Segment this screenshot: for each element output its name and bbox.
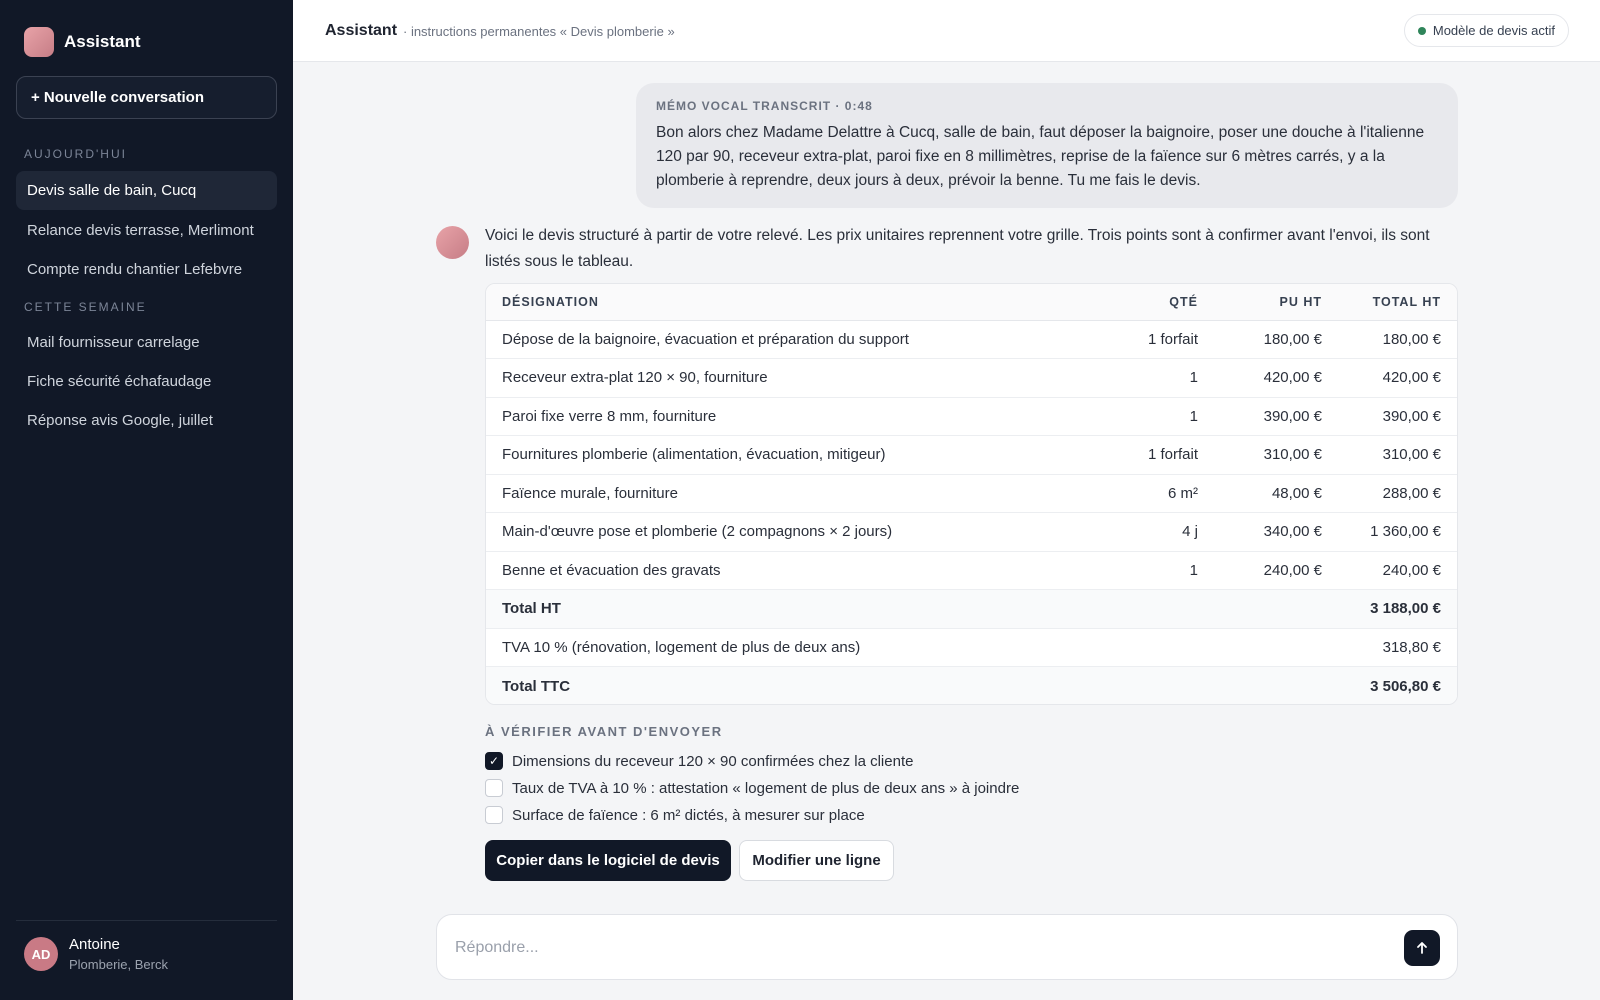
cell-pu: 180,00 € bbox=[1198, 320, 1322, 359]
total-ht-value: 3 188,00 € bbox=[1322, 589, 1457, 629]
total-ttc-value: 3 506,80 € bbox=[1322, 666, 1457, 704]
brand-name: Assistant bbox=[64, 32, 141, 51]
verify-item[interactable]: ✓ Dimensions du receveur 120 × 90 confir… bbox=[485, 752, 913, 770]
brand-logo bbox=[24, 27, 54, 57]
table-row: Benne et évacuation des gravats 1 240,00… bbox=[486, 551, 1457, 590]
sidebar: Assistant + Nouvelle conversation AUJOUR… bbox=[0, 0, 293, 1000]
cell-qty: 1 forfait bbox=[1086, 435, 1198, 475]
cell-total: 310,00 € bbox=[1322, 435, 1457, 475]
cell-pu: 310,00 € bbox=[1198, 435, 1322, 475]
assistant-avatar bbox=[436, 226, 469, 259]
edit-line-button[interactable]: Modifier une ligne bbox=[739, 840, 894, 881]
tva-value: 318,80 € bbox=[1322, 628, 1457, 667]
avatar: AD bbox=[24, 937, 58, 971]
table-row: Receveur extra-plat 120 × 90, fourniture… bbox=[486, 358, 1457, 398]
cell-total: 1 360,00 € bbox=[1322, 512, 1457, 552]
quote-table: DÉSIGNATION QTÉ PU HT TOTAL HT Dépose de… bbox=[485, 283, 1458, 705]
cell-designation: Paroi fixe verre 8 mm, fourniture bbox=[486, 397, 1086, 436]
total-ttc-row: Total TTC 3 506,80 € bbox=[486, 666, 1457, 704]
cell-qty: 1 forfait bbox=[1086, 320, 1198, 359]
cell-pu: 420,00 € bbox=[1198, 358, 1322, 398]
checkbox[interactable] bbox=[485, 779, 503, 797]
cell-total: 390,00 € bbox=[1322, 397, 1457, 436]
total-ttc-label: Total TTC bbox=[486, 666, 1086, 704]
cell-designation: Fournitures plomberie (alimentation, éva… bbox=[486, 435, 1086, 475]
sidebar-item-devis-salle-de-bain[interactable]: Devis salle de bain, Cucq bbox=[16, 171, 277, 210]
cell-designation: Dépose de la baignoire, évacuation et pr… bbox=[486, 320, 1086, 359]
section-label-today: AUJOURD'HUI bbox=[24, 147, 127, 161]
user-message: MÉMO VOCAL TRANSCRIT · 0:48 Bon alors ch… bbox=[636, 83, 1458, 208]
cell-designation: Main-d'œuvre pose et plomberie (2 compag… bbox=[486, 512, 1086, 552]
cell-designation: Receveur extra-plat 120 × 90, fourniture bbox=[486, 358, 1086, 398]
total-ht-row: Total HT 3 188,00 € bbox=[486, 589, 1457, 629]
col-designation: DÉSIGNATION bbox=[486, 284, 1086, 321]
page-title: Assistant bbox=[325, 22, 398, 39]
tva-label: TVA 10 % (rénovation, logement de plus d… bbox=[486, 628, 1086, 667]
verify-item[interactable]: Taux de TVA à 10 % : attestation « logem… bbox=[485, 779, 1019, 797]
table-row: Dépose de la baignoire, évacuation et pr… bbox=[486, 320, 1457, 359]
tva-row: TVA 10 % (rénovation, logement de plus d… bbox=[486, 628, 1457, 667]
checkbox[interactable] bbox=[485, 806, 503, 824]
section-label-week: CETTE SEMAINE bbox=[24, 300, 147, 314]
sidebar-divider bbox=[16, 920, 277, 921]
cell-qty: 4 j bbox=[1086, 512, 1198, 552]
user-subtitle: Plomberie, Berck bbox=[69, 957, 168, 972]
verify-item-label: Surface de faïence : 6 m² dictés, à mesu… bbox=[512, 806, 865, 824]
cell-qty: 1 bbox=[1086, 358, 1198, 398]
memo-label: MÉMO VOCAL TRANSCRIT · 0:48 bbox=[656, 99, 873, 113]
col-pu: PU HT bbox=[1198, 284, 1322, 321]
cell-qty: 1 bbox=[1086, 551, 1198, 590]
new-conversation-button[interactable]: + Nouvelle conversation bbox=[16, 76, 277, 119]
arrow-up-icon bbox=[1417, 942, 1427, 954]
table-row: Fournitures plomberie (alimentation, éva… bbox=[486, 435, 1457, 475]
cell-qty: 1 bbox=[1086, 397, 1198, 436]
verify-item-label: Dimensions du receveur 120 × 90 confirmé… bbox=[512, 752, 914, 770]
cell-designation: Faïence murale, fourniture bbox=[486, 474, 1086, 513]
page-subtitle: · instructions permanentes « Devis plomb… bbox=[403, 24, 675, 39]
table-row: Faïence murale, fourniture 6 m² 48,00 € … bbox=[486, 474, 1457, 513]
user-profile[interactable]: AD Antoine Plomberie, Berck bbox=[24, 936, 168, 972]
copy-to-quote-software-button[interactable]: Copier dans le logiciel de devis bbox=[485, 840, 731, 881]
status-label: Modèle de devis actif bbox=[1432, 23, 1555, 38]
cell-total: 180,00 € bbox=[1322, 320, 1457, 359]
memo-text: Bon alors chez Madame Delattre à Cucq, s… bbox=[656, 124, 1425, 189]
cell-designation: Benne et évacuation des gravats bbox=[486, 551, 1086, 590]
cell-pu: 240,00 € bbox=[1198, 551, 1322, 590]
composer bbox=[436, 914, 1458, 980]
cell-pu: 340,00 € bbox=[1198, 512, 1322, 552]
checkbox-checked[interactable]: ✓ bbox=[485, 752, 503, 770]
table-header-row: DÉSIGNATION QTÉ PU HT TOTAL HT bbox=[486, 284, 1457, 321]
col-qty: QTÉ bbox=[1086, 284, 1198, 321]
cell-qty: 6 m² bbox=[1086, 474, 1198, 513]
cell-total: 288,00 € bbox=[1322, 474, 1457, 513]
send-button[interactable] bbox=[1404, 930, 1440, 966]
cell-total: 420,00 € bbox=[1322, 358, 1457, 398]
sidebar-item-mail-fournisseur[interactable]: Mail fournisseur carrelage bbox=[16, 323, 277, 362]
sidebar-item-relance-devis[interactable]: Relance devis terrasse, Merlimont bbox=[16, 211, 277, 250]
reply-input[interactable] bbox=[455, 934, 1355, 962]
sidebar-item-compte-rendu[interactable]: Compte rendu chantier Lefebvre bbox=[16, 250, 277, 289]
col-total: TOTAL HT bbox=[1322, 284, 1457, 321]
sidebar-item-reponse-avis[interactable]: Réponse avis Google, juillet bbox=[16, 401, 277, 440]
table-row: Paroi fixe verre 8 mm, fourniture 1 390,… bbox=[486, 397, 1457, 436]
sidebar-item-fiche-securite[interactable]: Fiche sécurité échafaudage bbox=[16, 362, 277, 401]
status-dot-icon bbox=[1417, 26, 1426, 35]
verify-item[interactable]: Surface de faïence : 6 m² dictés, à mesu… bbox=[485, 806, 865, 824]
verify-item-label: Taux de TVA à 10 % : attestation « logem… bbox=[512, 779, 1020, 797]
cell-pu: 48,00 € bbox=[1198, 474, 1322, 513]
header: Assistant · instructions permanentes « D… bbox=[293, 0, 1600, 62]
brand: Assistant bbox=[24, 27, 141, 57]
user-name: Antoine bbox=[69, 936, 120, 953]
cell-total: 240,00 € bbox=[1322, 551, 1457, 590]
assistant-intro: Voici le devis structuré à partir de vot… bbox=[485, 227, 1430, 270]
table-row: Main-d'œuvre pose et plomberie (2 compag… bbox=[486, 512, 1457, 552]
status-badge: Modèle de devis actif bbox=[1403, 14, 1569, 47]
cell-pu: 390,00 € bbox=[1198, 397, 1322, 436]
total-ht-label: Total HT bbox=[486, 589, 1086, 629]
verify-title: À VÉRIFIER AVANT D'ENVOYER bbox=[485, 724, 723, 739]
